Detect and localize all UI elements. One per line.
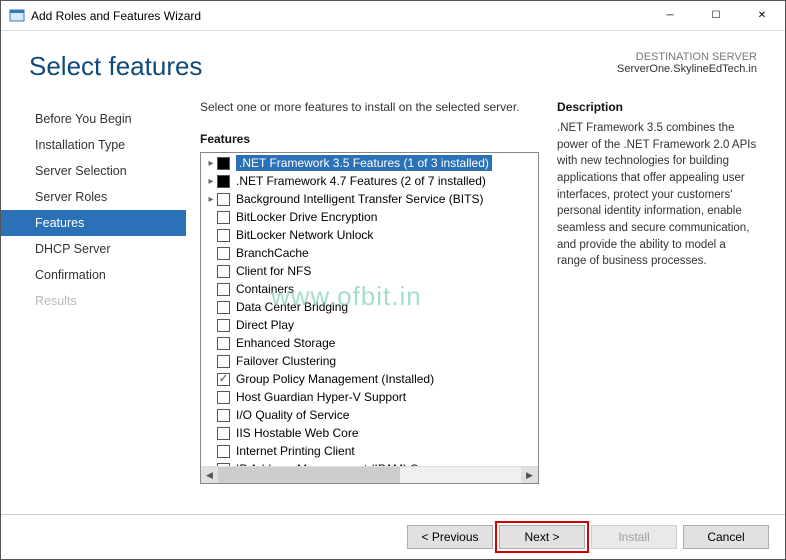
feature-row[interactable]: Data Center Bridging — [201, 298, 538, 316]
feature-label: Containers — [236, 282, 294, 296]
scroll-left-icon[interactable]: ◀ — [201, 467, 218, 483]
nav-item-server-roles[interactable]: Server Roles — [1, 184, 186, 210]
feature-checkbox[interactable] — [217, 265, 230, 278]
destination-server-block: DESTINATION SERVER ServerOne.SkylineEdTe… — [617, 51, 757, 75]
feature-row[interactable]: Direct Play — [201, 316, 538, 334]
feature-label: Enhanced Storage — [236, 336, 335, 350]
feature-label: Client for NFS — [236, 264, 311, 278]
titlebar: Add Roles and Features Wizard ─ ☐ ✕ — [1, 1, 785, 31]
wizard-header: Select features DESTINATION SERVER Serve… — [1, 31, 785, 92]
page-title: Select features — [29, 51, 202, 82]
feature-checkbox[interactable] — [217, 319, 230, 332]
feature-checkbox[interactable] — [217, 355, 230, 368]
nav-item-before-you-begin[interactable]: Before You Begin — [1, 106, 186, 132]
feature-row[interactable]: ▸ .NET Framework 3.5 Features (1 of 3 ins… — [201, 154, 538, 172]
feature-label: .NET Framework 4.7 Features (2 of 7 inst… — [236, 174, 486, 188]
destination-label: DESTINATION SERVER — [617, 51, 757, 63]
feature-checkbox[interactable] — [217, 157, 230, 170]
feature-checkbox[interactable] — [217, 229, 230, 242]
feature-row[interactable]: I/O Quality of Service — [201, 406, 538, 424]
feature-row[interactable]: BranchCache — [201, 244, 538, 262]
feature-row[interactable]: Containers — [201, 280, 538, 298]
destination-server: ServerOne.SkylineEdTech.in — [617, 63, 757, 75]
window-title: Add Roles and Features Wizard — [31, 9, 647, 23]
feature-checkbox[interactable] — [217, 373, 230, 386]
maximize-button[interactable]: ☐ — [693, 1, 739, 31]
feature-checkbox[interactable] — [217, 211, 230, 224]
features-title: Features — [200, 132, 539, 146]
nav-item-dhcp-server[interactable]: DHCP Server — [1, 236, 186, 262]
nav-item-installation-type[interactable]: Installation Type — [1, 132, 186, 158]
feature-row[interactable]: Host Guardian Hyper-V Support — [201, 388, 538, 406]
wizard-footer: < Previous Next > Install Cancel — [1, 514, 785, 559]
feature-row[interactable]: ▸ Background Intelligent Transfer Service… — [201, 190, 538, 208]
feature-row[interactable]: Group Policy Management (Installed) — [201, 370, 538, 388]
feature-label: Group Policy Management (Installed) — [236, 372, 434, 386]
feature-row[interactable]: BitLocker Network Unlock — [201, 226, 538, 244]
feature-label: BranchCache — [236, 246, 309, 260]
feature-checkbox[interactable] — [217, 391, 230, 404]
nav-item-confirmation[interactable]: Confirmation — [1, 262, 186, 288]
features-listbox[interactable]: ▸ .NET Framework 3.5 Features (1 of 3 ins… — [200, 152, 539, 484]
scrollbar-thumb[interactable] — [218, 467, 400, 483]
feature-label: Data Center Bridging — [236, 300, 348, 314]
feature-row[interactable]: Enhanced Storage — [201, 334, 538, 352]
feature-row[interactable]: ▸ .NET Framework 4.7 Features (2 of 7 ins… — [201, 172, 538, 190]
expander-icon[interactable]: ▸ — [205, 176, 217, 187]
feature-label: IIS Hostable Web Core — [236, 426, 359, 440]
feature-label: Internet Printing Client — [236, 444, 355, 458]
feature-label: I/O Quality of Service — [236, 408, 349, 422]
instruction-text: Select one or more features to install o… — [200, 100, 539, 114]
feature-label: Direct Play — [236, 318, 294, 332]
feature-row[interactable]: Client for NFS — [201, 262, 538, 280]
close-button[interactable]: ✕ — [739, 1, 785, 31]
expander-icon[interactable]: ▸ — [205, 194, 217, 205]
cancel-button[interactable]: Cancel — [683, 525, 769, 549]
feature-row[interactable]: Internet Printing Client — [201, 442, 538, 460]
feature-checkbox[interactable] — [217, 337, 230, 350]
nav-item-results: Results — [1, 288, 186, 314]
feature-label: Host Guardian Hyper-V Support — [236, 390, 406, 404]
feature-label: .NET Framework 3.5 Features (1 of 3 inst… — [236, 155, 492, 171]
feature-checkbox[interactable] — [217, 427, 230, 440]
feature-label: BitLocker Network Unlock — [236, 228, 373, 242]
scroll-right-icon[interactable]: ▶ — [521, 467, 538, 483]
feature-label: Failover Clustering — [236, 354, 336, 368]
feature-checkbox[interactable] — [217, 409, 230, 422]
feature-row[interactable]: Failover Clustering — [201, 352, 538, 370]
expander-icon[interactable]: ▸ — [205, 158, 217, 169]
feature-checkbox[interactable] — [217, 445, 230, 458]
feature-label: Background Intelligent Transfer Service … — [236, 192, 483, 206]
nav-item-server-selection[interactable]: Server Selection — [1, 158, 186, 184]
horizontal-scrollbar[interactable]: ◀ ▶ — [201, 466, 538, 483]
app-icon — [9, 8, 25, 24]
feature-row[interactable]: IIS Hostable Web Core — [201, 424, 538, 442]
minimize-button[interactable]: ─ — [647, 1, 693, 31]
feature-checkbox[interactable] — [217, 283, 230, 296]
feature-row[interactable]: BitLocker Drive Encryption — [201, 208, 538, 226]
wizard-nav: Before You BeginInstallation TypeServer … — [1, 100, 186, 514]
description-text: .NET Framework 3.5 combines the power of… — [557, 120, 757, 270]
previous-button[interactable]: < Previous — [407, 525, 493, 549]
feature-label: BitLocker Drive Encryption — [236, 210, 377, 224]
feature-checkbox[interactable] — [217, 193, 230, 206]
install-button[interactable]: Install — [591, 525, 677, 549]
feature-checkbox[interactable] — [217, 301, 230, 314]
nav-item-features[interactable]: Features — [1, 210, 186, 236]
next-button[interactable]: Next > — [499, 525, 585, 549]
feature-checkbox[interactable] — [217, 175, 230, 188]
feature-checkbox[interactable] — [217, 247, 230, 260]
description-title: Description — [557, 100, 757, 114]
